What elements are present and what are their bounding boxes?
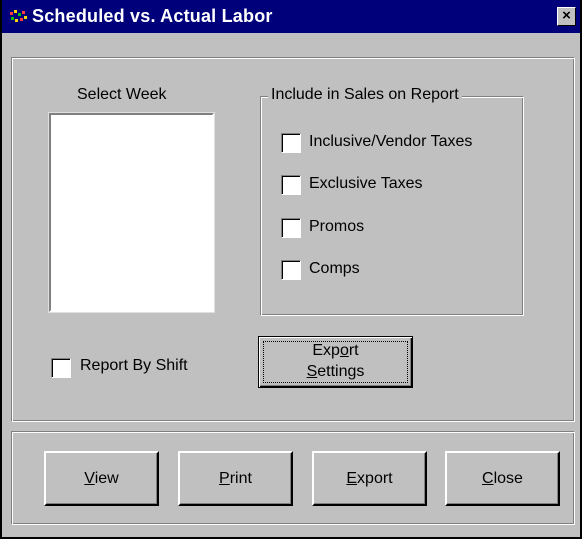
print-button-label: Print [219,470,252,487]
export-settings-line2: Settings [306,363,365,380]
export-button[interactable]: Export [312,451,427,506]
export-settings-button[interactable]: Export Settings [258,336,413,388]
select-week-label: Select Week [77,86,167,103]
export-settings-line1: Export [312,342,359,359]
view-button[interactable]: View [44,451,159,506]
close-button[interactable]: Close [445,451,560,506]
include-sales-groupbox [260,96,524,316]
dialog-window: Scheduled vs. Actual Labor × Select Week… [0,0,582,539]
print-button[interactable]: Print [178,451,293,506]
comps-label[interactable]: Comps [309,260,360,278]
inclusive-vendor-taxes-checkbox[interactable] [281,133,301,153]
title-close-button[interactable]: × [557,7,576,26]
app-icon [10,10,27,22]
promos-label[interactable]: Promos [309,218,364,236]
title-bar[interactable]: Scheduled vs. Actual Labor × [2,0,580,33]
export-button-label: Export [346,470,393,487]
window-title: Scheduled vs. Actual Labor [32,6,273,26]
report-by-shift-label[interactable]: Report By Shift [80,357,188,375]
comps-checkbox[interactable] [281,260,301,280]
promos-checkbox[interactable] [281,218,301,238]
select-week-listbox[interactable] [48,112,215,313]
exclusive-taxes-checkbox[interactable] [281,175,301,195]
include-sales-legend: Include in Sales on Report [268,86,462,104]
exclusive-taxes-label[interactable]: Exclusive Taxes [309,175,423,193]
report-by-shift-checkbox[interactable] [51,358,71,378]
inclusive-vendor-taxes-label[interactable]: Inclusive/Vendor Taxes [309,133,472,151]
view-button-label: View [84,470,119,487]
close-button-label: Close [482,470,523,487]
